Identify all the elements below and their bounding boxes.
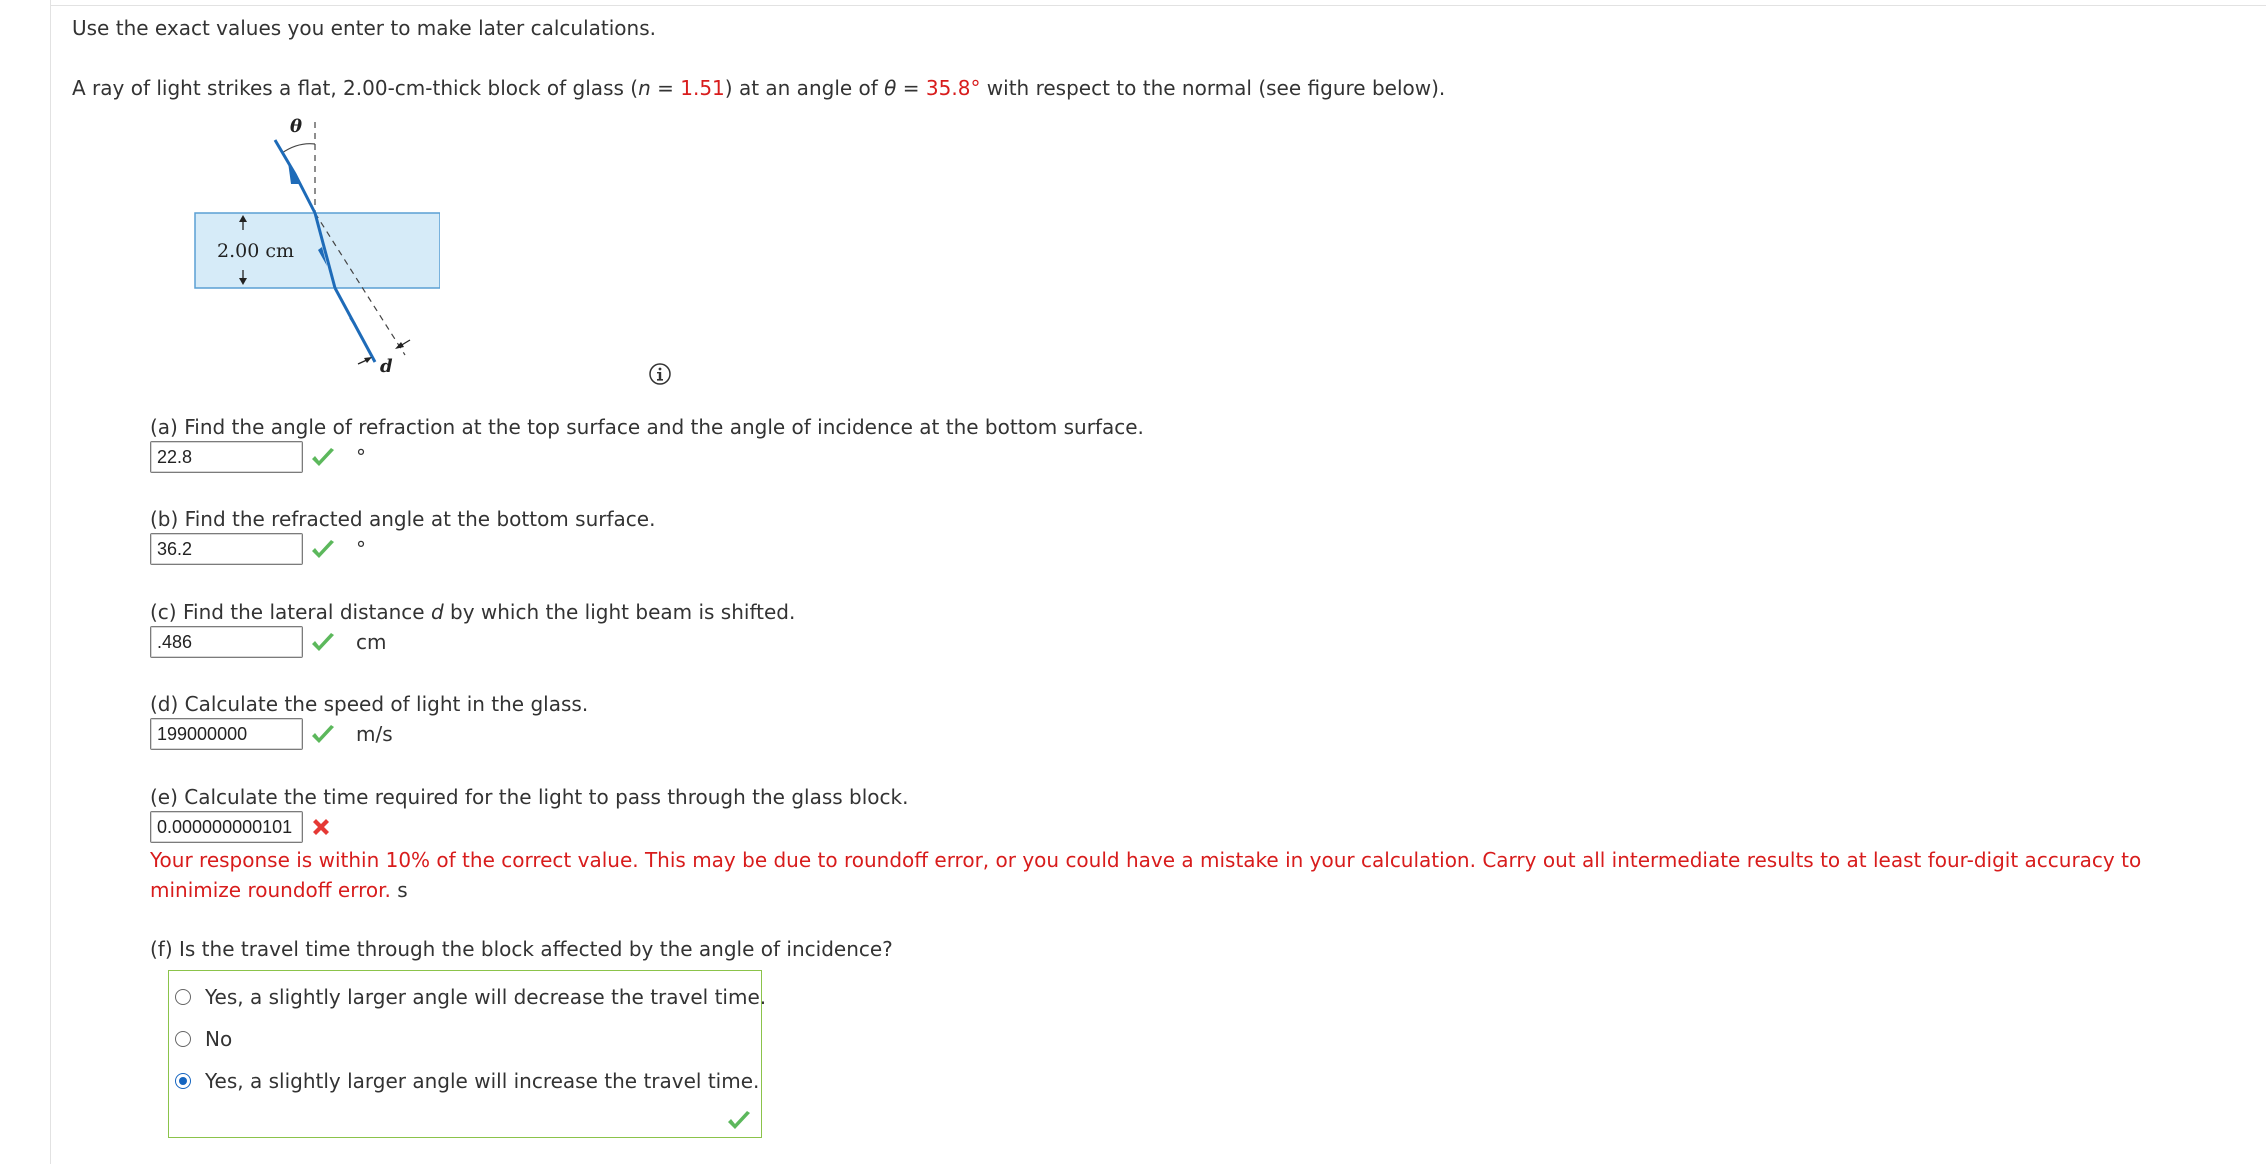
checkmark-icon [312, 725, 334, 743]
theta-label: θ [290, 116, 302, 137]
question-d-answer: 199000000 m/s [150, 718, 450, 750]
radio-button[interactable] [175, 1031, 191, 1047]
question-a-label: (a) Find the angle of refraction at the … [150, 415, 1144, 439]
checkmark-icon [312, 448, 334, 466]
answer-c-unit: cm [356, 630, 387, 654]
question-c-answer: .486 cm [150, 626, 450, 658]
theta-arc [281, 143, 316, 154]
answer-e-feedback: Your response is within 10% of the corre… [150, 848, 2142, 902]
answer-b-input[interactable]: 36.2 [150, 533, 303, 565]
radio-button[interactable] [175, 989, 191, 1005]
question-d-label: (d) Calculate the speed of light in the … [150, 692, 589, 716]
d-label: d [380, 356, 393, 377]
question-e-label: (e) Calculate the time required for the … [150, 785, 909, 809]
n-value: 1.51 [680, 76, 725, 100]
problem-statement: A ray of light strikes a flat, 2.00-cm-t… [72, 76, 1446, 100]
answer-e-input[interactable]: 0.000000000101 [150, 811, 303, 843]
answer-a-input[interactable]: 22.8 [150, 441, 303, 473]
refraction-figure: θ 2.00 cm d [194, 116, 440, 377]
answer-b-unit: ° [356, 537, 366, 561]
arrowhead-d-right-icon [395, 342, 404, 349]
question-f-choices: Yes, a slightly larger angle will decrea… [168, 970, 766, 1138]
choice-label: No [205, 1027, 233, 1051]
question-e-answer: 0.000000000101 [150, 811, 450, 843]
choice-label: Yes, a slightly larger angle will increa… [205, 1069, 760, 1093]
question-b-answer: 36.2 ° [150, 533, 450, 565]
thickness-label: 2.00 cm [217, 240, 294, 262]
checkmark-icon [312, 540, 334, 558]
radio-button-selected[interactable] [175, 1073, 191, 1089]
checkmark-icon [312, 633, 334, 651]
top-divider [50, 5, 2266, 6]
arrowhead-d-left-icon [364, 357, 372, 363]
answer-d-input[interactable]: 199000000 [150, 718, 303, 750]
info-icon[interactable] [648, 362, 672, 386]
answer-d-unit: m/s [356, 722, 393, 746]
question-f-label: (f) Is the travel time through the block… [150, 937, 893, 961]
choice-label: Yes, a slightly larger angle will decrea… [205, 985, 767, 1009]
instruction-text: Use the exact values you enter to make l… [72, 16, 656, 40]
question-a-answer: 22.8 ° [150, 441, 450, 473]
answer-e-unit: s [397, 878, 408, 902]
left-rail [0, 0, 51, 1164]
answer-c-input[interactable]: .486 [150, 626, 303, 658]
question-c-label: (c) Find the lateral distance d by which… [150, 600, 796, 624]
question-b-label: (b) Find the refracted angle at the bott… [150, 507, 656, 531]
answer-a-unit: ° [356, 445, 366, 469]
checkmark-icon [728, 1111, 750, 1129]
cross-icon [313, 819, 329, 835]
theta-value: 35.8° [925, 76, 981, 100]
